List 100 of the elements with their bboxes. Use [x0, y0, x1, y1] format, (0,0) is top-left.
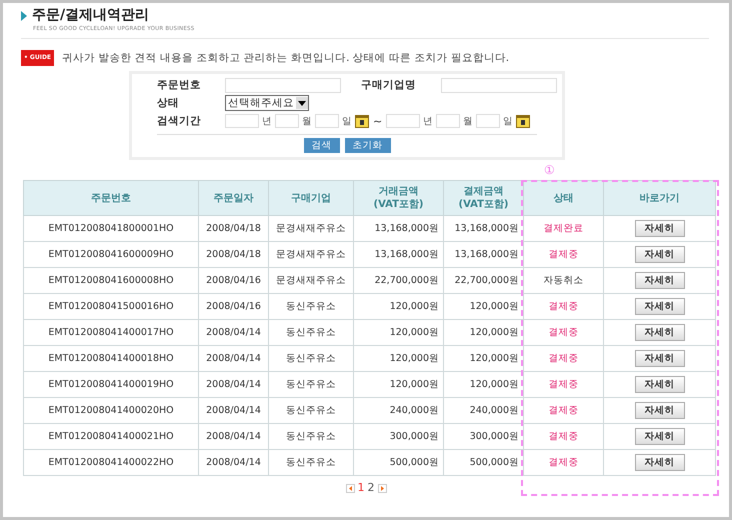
table-cell: EMT012008041600008HO [24, 268, 198, 294]
table-cell: 120,000원 [444, 346, 524, 372]
table-cell: EMT012008041400020HO [24, 398, 198, 424]
table-cell: EMT012008041500016HO [24, 294, 198, 320]
table-cell: 120,000원 [444, 294, 524, 320]
table-cell: 문경새재주유소 [268, 242, 354, 268]
status-cell: 결제중 [524, 346, 604, 372]
input-field[interactable] [225, 78, 341, 92]
table-cell: 동신주유소 [268, 372, 354, 398]
table-cell: 13,168,000원 [354, 216, 444, 242]
unit-label: 월 [463, 114, 474, 128]
input-field[interactable] [386, 114, 420, 128]
detail-button[interactable]: 자세히 [634, 454, 684, 471]
table-cell: 300,000원 [354, 424, 444, 450]
table-cell: 2008/04/14 [198, 450, 268, 476]
status-cell: 결제완료 [524, 216, 604, 242]
table-cell: 22,700,000원 [444, 268, 524, 294]
table-cell: 13,168,000원 [444, 216, 524, 242]
table-cell: 240,000원 [354, 398, 444, 424]
table-cell: 13,168,000원 [354, 242, 444, 268]
column-header: 주문일자 [198, 180, 268, 216]
next-page-icon[interactable] [378, 484, 386, 492]
detail-button[interactable]: 자세히 [634, 402, 684, 419]
field-label: 구매기업명 [361, 78, 417, 92]
table-cell: 동신주유소 [268, 294, 354, 320]
status-cell: 결제중 [524, 398, 604, 424]
page-title: 주문/결제내역관리 [32, 7, 150, 24]
status-cell: 결제중 [524, 372, 604, 398]
table-cell: EMT012008041600009HO [24, 242, 198, 268]
status-cell: 결제중 [524, 242, 604, 268]
table-cell: EMT012008041400019HO [24, 372, 198, 398]
status-cell: 결제중 [524, 294, 604, 320]
range-separator: ~ [373, 114, 382, 128]
table-cell: 2008/04/14 [198, 424, 268, 450]
table-cell: 동신주유소 [268, 424, 354, 450]
table-cell: 240,000원 [444, 398, 524, 424]
column-header: 결제금액 (VAT포함) [444, 180, 524, 216]
detail-button[interactable]: 자세히 [634, 298, 684, 315]
input-field[interactable] [436, 114, 460, 128]
search-button[interactable]: 검색 [304, 138, 340, 153]
column-header: 구매기업 [268, 180, 354, 216]
table-cell: EMT012008041400022HO [24, 450, 198, 476]
status-cell: 결제중 [524, 320, 604, 346]
table-cell: 2008/04/18 [198, 216, 268, 242]
table-cell: 300,000원 [444, 424, 524, 450]
table-cell: 120,000원 [444, 320, 524, 346]
input-field[interactable] [225, 114, 259, 128]
calendar-icon[interactable] [355, 114, 369, 128]
table-cell: 22,700,000원 [354, 268, 444, 294]
status-cell: 결제중 [524, 450, 604, 476]
table-cell: 2008/04/16 [198, 294, 268, 320]
table-cell: 2008/04/18 [198, 242, 268, 268]
unit-label: 월 [302, 114, 312, 128]
column-header: 거래금액 (VAT포함) [354, 180, 444, 216]
table-cell: 동신주유소 [268, 320, 354, 346]
previous-page-icon[interactable] [346, 484, 354, 492]
table-cell: 2008/04/14 [198, 346, 268, 372]
input-field[interactable] [441, 78, 557, 92]
table-cell: 120,000원 [354, 372, 444, 398]
calendar-icon[interactable] [516, 114, 530, 128]
page-link[interactable]: 1 [358, 482, 364, 494]
table-cell: 120,000원 [354, 294, 444, 320]
unit-label: 년 [423, 114, 434, 128]
reset-button[interactable]: 초기화 [344, 138, 390, 153]
input-field[interactable] [315, 114, 339, 128]
table-cell: EMT012008041800001HO [24, 216, 198, 242]
table-cell: 동신주유소 [268, 450, 354, 476]
table-cell: 500,000원 [444, 450, 524, 476]
page-link[interactable]: 2 [368, 482, 374, 494]
detail-button[interactable]: 자세히 [634, 376, 684, 393]
table-cell: 2008/04/14 [198, 320, 268, 346]
table-cell: 2008/04/14 [198, 372, 268, 398]
column-header: 주문번호 [24, 180, 198, 216]
detail-button[interactable]: 자세히 [634, 246, 684, 263]
detail-button[interactable]: 자세히 [634, 220, 684, 237]
table-cell: 500,000원 [354, 450, 444, 476]
field-label: 검색기간 [157, 114, 202, 128]
table-cell: 120,000원 [354, 346, 444, 372]
table-cell: 120,000원 [354, 320, 444, 346]
column-header: 바로가기 [604, 180, 716, 216]
table-cell: EMT012008041400018HO [24, 346, 198, 372]
column-header: 상태 [524, 180, 604, 216]
unit-label: 일 [503, 114, 514, 128]
input-field[interactable] [275, 114, 299, 128]
unit-label: 일 [342, 114, 352, 128]
table-cell: 문경새재주유소 [268, 268, 354, 294]
status-dropdown[interactable]: 선택해주세요 [225, 95, 309, 111]
table-cell: 동신주유소 [268, 346, 354, 372]
input-field[interactable] [476, 114, 500, 128]
detail-button[interactable]: 자세히 [634, 272, 684, 289]
table-cell: 2008/04/16 [198, 268, 268, 294]
detail-button[interactable]: 자세히 [634, 324, 684, 341]
table-cell: 13,168,000원 [444, 242, 524, 268]
field-label: 상태 [157, 96, 180, 110]
detail-button[interactable]: 자세히 [634, 428, 684, 445]
table-cell: 120,000원 [444, 372, 524, 398]
table-cell: EMT012008041400017HO [24, 320, 198, 346]
unit-label: 년 [262, 114, 272, 128]
detail-button[interactable]: 자세히 [634, 350, 684, 367]
table-cell: 동신주유소 [268, 398, 354, 424]
